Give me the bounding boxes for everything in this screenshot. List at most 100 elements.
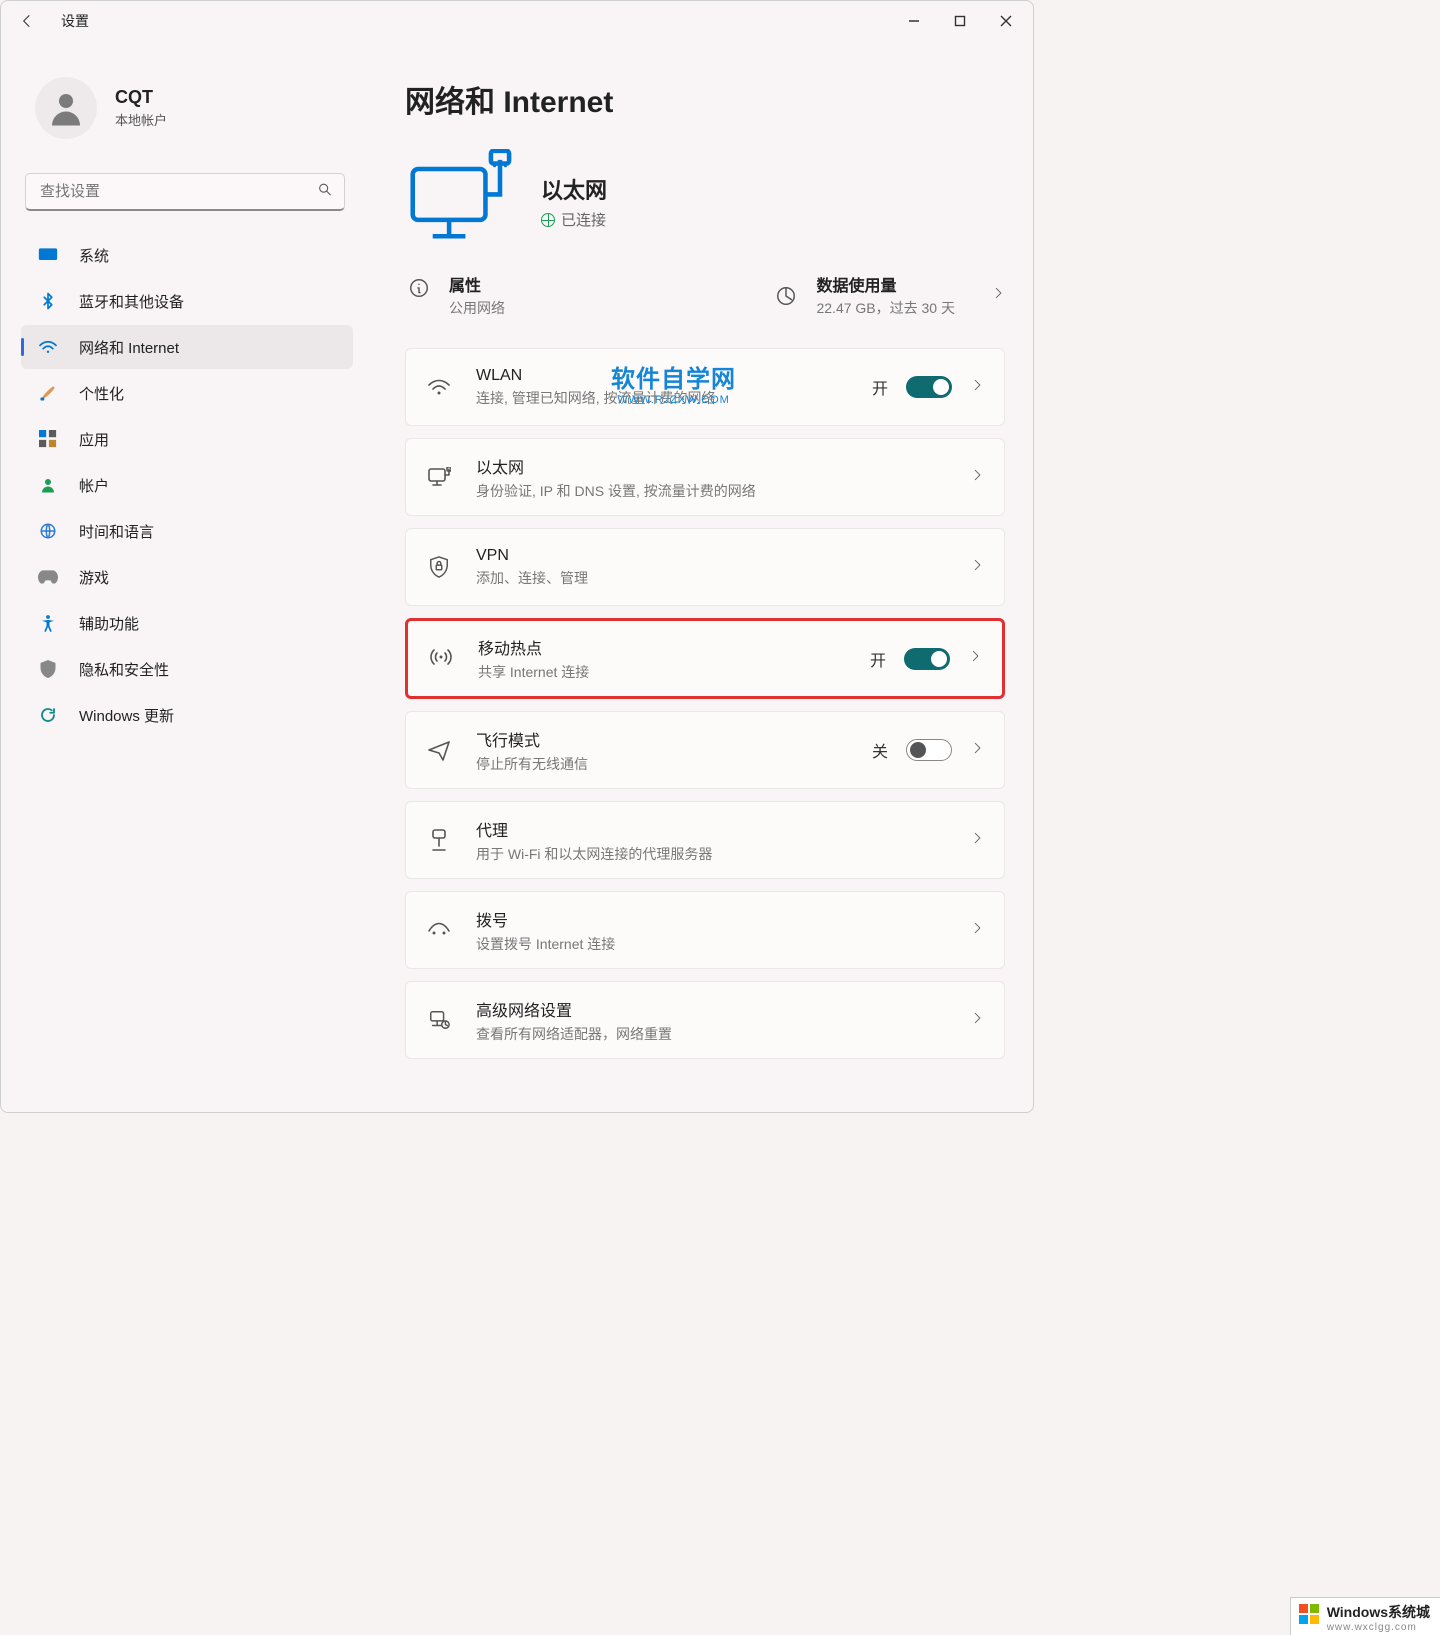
airplane-icon bbox=[426, 737, 452, 763]
quick-links: 属性 公用网络 数据使用量 22.47 GB，过去 30 天 bbox=[405, 272, 1005, 318]
back-arrow-icon bbox=[19, 13, 35, 29]
maximize-button[interactable] bbox=[937, 5, 983, 37]
avatar-icon bbox=[45, 87, 87, 129]
wifi-icon bbox=[426, 374, 452, 400]
data-usage-icon bbox=[772, 282, 800, 310]
connection-name: 以太网 bbox=[541, 173, 607, 205]
card-ethernet[interactable]: 以太网 身份验证, IP 和 DNS 设置, 按流量计费的网络 bbox=[405, 438, 1005, 516]
sidebar-item-label: 网络和 Internet bbox=[79, 337, 179, 358]
card-dialup[interactable]: 拨号 设置拨号 Internet 连接 bbox=[405, 891, 1005, 969]
sidebar-item-system[interactable]: 系统 bbox=[21, 233, 353, 277]
search-wrap bbox=[25, 173, 345, 211]
sidebar-item-label: 个性化 bbox=[79, 383, 124, 404]
card-title: 拨号 bbox=[476, 907, 946, 931]
card-airplane[interactable]: 飞行模式 停止所有无线通信 关 bbox=[405, 711, 1005, 789]
update-icon bbox=[37, 704, 59, 726]
shield-icon bbox=[37, 658, 59, 680]
card-advanced[interactable]: 高级网络设置 查看所有网络适配器，网络重置 bbox=[405, 981, 1005, 1059]
card-subtitle: 添加、连接、管理 bbox=[476, 568, 946, 588]
card-subtitle: 连接, 管理已知网络, 按流量计费的网络 bbox=[476, 388, 756, 408]
toggle-wlan[interactable] bbox=[906, 376, 952, 398]
sidebar-item-label: 蓝牙和其他设备 bbox=[79, 291, 184, 312]
sidebar-item-label: 时间和语言 bbox=[79, 521, 154, 542]
connection-hero: 以太网 已连接 bbox=[405, 149, 1005, 254]
card-title: 移动热点 bbox=[478, 635, 846, 659]
sidebar-item-apps[interactable]: 应用 bbox=[21, 417, 353, 461]
link-subtitle: 22.47 GB，过去 30 天 bbox=[816, 298, 955, 318]
sidebar-item-label: Windows 更新 bbox=[79, 705, 174, 726]
back-button[interactable] bbox=[9, 3, 45, 39]
footer-line1: Windows系统城 bbox=[1327, 1602, 1430, 1622]
state-label: 开 bbox=[872, 375, 888, 399]
connection-status: 已连接 bbox=[541, 209, 607, 230]
card-title: 代理 bbox=[476, 817, 946, 841]
profile-name: CQT bbox=[115, 87, 167, 108]
sidebar-item-label: 隐私和安全性 bbox=[79, 659, 169, 680]
windows-logo-icon bbox=[1299, 1604, 1319, 1624]
toggle-airplane[interactable] bbox=[906, 739, 952, 761]
accessibility-icon bbox=[37, 612, 59, 634]
apps-icon bbox=[37, 428, 59, 450]
dialup-icon bbox=[426, 917, 452, 943]
avatar bbox=[35, 77, 97, 139]
profile-block[interactable]: CQT 本地帐户 bbox=[21, 77, 353, 139]
chevron-right-icon bbox=[970, 468, 984, 487]
card-subtitle: 用于 Wi-Fi 和以太网连接的代理服务器 bbox=[476, 844, 946, 864]
maximize-icon bbox=[954, 15, 966, 27]
state-label: 开 bbox=[870, 647, 886, 671]
info-icon bbox=[405, 274, 433, 302]
globe-time-icon bbox=[37, 520, 59, 542]
sidebar-item-time-language[interactable]: 时间和语言 bbox=[21, 509, 353, 553]
link-subtitle: 公用网络 bbox=[449, 298, 505, 318]
state-label: 关 bbox=[872, 738, 888, 762]
link-properties[interactable]: 属性 公用网络 bbox=[405, 272, 505, 318]
advanced-network-icon bbox=[426, 1007, 452, 1033]
brush-icon bbox=[37, 382, 59, 404]
search-input[interactable] bbox=[25, 173, 345, 211]
card-subtitle: 共享 Internet 连接 bbox=[478, 662, 846, 682]
app-title: 设置 bbox=[61, 11, 89, 31]
sidebar-item-label: 游戏 bbox=[79, 567, 109, 588]
gamepad-icon bbox=[37, 566, 59, 588]
vpn-shield-icon bbox=[426, 554, 452, 580]
sidebar-item-accounts[interactable]: 帐户 bbox=[21, 463, 353, 507]
sidebar-item-accessibility[interactable]: 辅助功能 bbox=[21, 601, 353, 645]
sidebar-item-privacy[interactable]: 隐私和安全性 bbox=[21, 647, 353, 691]
settings-window: 设置 CQT 本地帐户 bbox=[0, 0, 1034, 1113]
toggle-hotspot[interactable] bbox=[904, 648, 950, 670]
sidebar-item-bluetooth[interactable]: 蓝牙和其他设备 bbox=[21, 279, 353, 323]
card-vpn[interactable]: VPN 添加、连接、管理 bbox=[405, 528, 1005, 606]
card-title: 高级网络设置 bbox=[476, 997, 946, 1021]
footer-watermark: Windows系统城 www.wxclgg.com bbox=[1290, 1597, 1440, 1635]
card-title: VPN bbox=[476, 547, 946, 565]
sidebar-item-network[interactable]: 网络和 Internet bbox=[21, 325, 353, 369]
card-subtitle: 停止所有无线通信 bbox=[476, 754, 848, 774]
chevron-right-icon bbox=[970, 921, 984, 940]
sidebar-item-personalization[interactable]: 个性化 bbox=[21, 371, 353, 415]
search-icon bbox=[317, 182, 333, 203]
main-content: 网络和 Internet 以太网 已连接 bbox=[361, 41, 1033, 1112]
sidebar: CQT 本地帐户 系统 蓝牙和其他设备 bbox=[1, 41, 361, 1112]
chevron-right-icon bbox=[991, 286, 1005, 305]
card-hotspot[interactable]: 移动热点 共享 Internet 连接 开 bbox=[405, 618, 1005, 699]
close-button[interactable] bbox=[983, 5, 1029, 37]
user-icon bbox=[37, 474, 59, 496]
chevron-right-icon bbox=[970, 378, 984, 397]
card-wlan[interactable]: WLAN 连接, 管理已知网络, 按流量计费的网络 开 bbox=[405, 348, 1005, 426]
window-controls bbox=[891, 5, 1029, 37]
link-data-usage[interactable]: 数据使用量 22.47 GB，过去 30 天 bbox=[772, 272, 1005, 318]
wifi-icon bbox=[37, 336, 59, 358]
titlebar: 设置 bbox=[1, 1, 1033, 41]
close-icon bbox=[1000, 15, 1012, 27]
minimize-button[interactable] bbox=[891, 5, 937, 37]
sidebar-item-label: 帐户 bbox=[79, 475, 109, 496]
card-proxy[interactable]: 代理 用于 Wi-Fi 和以太网连接的代理服务器 bbox=[405, 801, 1005, 879]
sidebar-item-windows-update[interactable]: Windows 更新 bbox=[21, 693, 353, 737]
page-title: 网络和 Internet bbox=[405, 77, 1005, 121]
sidebar-item-label: 应用 bbox=[79, 429, 109, 450]
sidebar-item-label: 系统 bbox=[79, 245, 109, 266]
nav: 系统 蓝牙和其他设备 网络和 Internet 个性化 应用 bbox=[21, 233, 353, 737]
chevron-right-icon bbox=[970, 831, 984, 850]
sidebar-item-gaming[interactable]: 游戏 bbox=[21, 555, 353, 599]
chevron-right-icon bbox=[970, 741, 984, 760]
